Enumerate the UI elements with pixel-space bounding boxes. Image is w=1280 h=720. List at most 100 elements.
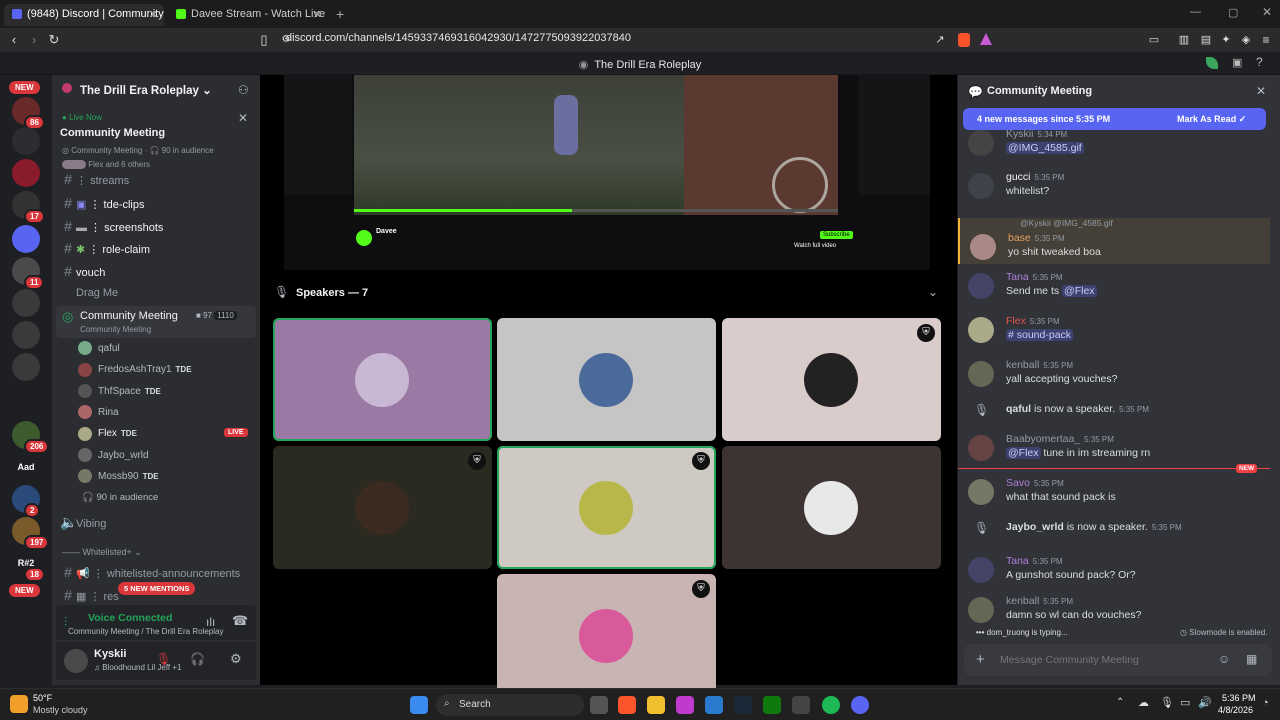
system-message[interactable]: 🎙 qaful is now a speaker. 5:35 PM (968, 403, 1273, 437)
avatar[interactable] (968, 557, 994, 583)
stage-user[interactable]: Rina (78, 403, 119, 423)
clock-date[interactable]: 4/8/2026 (1218, 705, 1253, 715)
live-now-card[interactable]: ● Live Now ✕ Community Meeting ◎ Communi… (60, 111, 256, 177)
chat-message[interactable]: kenball 5:35 PM damn so wl can do vouches? (968, 595, 1273, 629)
chat-message[interactable]: kenball 5:35 PM yall accepting vouches? (968, 359, 1273, 393)
channel-vouch[interactable]: # vouch (60, 261, 256, 281)
message-author[interactable]: Kyskii (1006, 128, 1033, 140)
maximize-icon[interactable]: ▢ (1228, 6, 1238, 19)
avatar[interactable] (968, 361, 994, 387)
user-mention[interactable]: @Flex (1062, 285, 1097, 297)
brave-browser-icon[interactable] (618, 696, 636, 714)
message-author[interactable]: Tana (1006, 555, 1029, 567)
settings-gear-icon[interactable]: ⚙ (230, 651, 242, 667)
message-author[interactable]: Baabyomertaa_ (1006, 433, 1080, 445)
stage-user[interactable]: Mossb90 TDE (78, 467, 159, 487)
brave-rewards-icon[interactable] (980, 33, 992, 45)
stage-user[interactable]: Jaybo_wrld (78, 446, 149, 466)
message-author[interactable]: qaful (1006, 403, 1031, 415)
stage-user[interactable]: Flex TDE (78, 424, 137, 444)
inbox-icon[interactable]: ▣ (1232, 56, 1242, 69)
speaker-tile[interactable] (722, 446, 941, 569)
stage-user[interactable]: ThfSpace TDE (78, 382, 161, 402)
share-icon[interactable]: ↗ (930, 30, 950, 50)
speaker-tile[interactable]: ⛨ (722, 318, 941, 441)
avatar[interactable] (968, 317, 994, 343)
system-message[interactable]: 🎙 Jaybo_wrld is now a speaker. 5:35 PM (968, 521, 1273, 555)
chat-message[interactable]: Tana 5:35 PM A gunshot sound pack? Or? (968, 555, 1273, 589)
channel-whitelisted-announcements[interactable]: # 📢 ⋮ whitelisted-announcements (60, 562, 256, 582)
bookmark-icon[interactable]: ▯ (254, 30, 274, 50)
mic-tray-icon[interactable]: 🎙 (1160, 696, 1174, 709)
windows-start-icon[interactable] (410, 696, 428, 714)
taskbar-search[interactable]: ⌕ Search (436, 694, 584, 716)
disconnect-icon[interactable]: ☎ (232, 613, 248, 629)
back-icon[interactable]: ‹ (4, 30, 24, 50)
avatar[interactable] (968, 597, 994, 623)
brave-shield-icon[interactable] (958, 33, 970, 47)
notification-icon[interactable]: ◔ (1262, 697, 1269, 709)
message-author[interactable]: base (1008, 232, 1031, 244)
headset-icon[interactable]: 🎧 (190, 652, 205, 666)
vpn-icon[interactable]: ◈ (1236, 30, 1256, 50)
speaker-tile[interactable]: ⛨ (497, 446, 716, 569)
url-field[interactable]: discord.com/channels/1459337469316042930… (286, 32, 631, 44)
emoji-icon[interactable]: ☺ (1218, 652, 1230, 666)
message-author[interactable]: kenball (1006, 359, 1039, 371)
stage-user[interactable]: qaful (78, 339, 120, 359)
file-explorer-icon[interactable] (647, 696, 665, 714)
new-messages-banner[interactable]: 4 new messages since 5:35 PM Mark As Rea… (963, 108, 1266, 130)
message-author[interactable]: Flex (1006, 315, 1026, 327)
copilot-icon[interactable] (676, 696, 694, 714)
chat-message[interactable]: Tana 5:35 PM Send me ts @Flex (968, 271, 1273, 305)
server-name[interactable]: The Drill Era Roleplay ⌄ (80, 83, 212, 97)
server-icon[interactable] (12, 159, 40, 187)
avatar[interactable] (968, 435, 994, 461)
help-icon[interactable]: ? (1256, 55, 1263, 69)
new-servers-pill[interactable]: NEW (9, 584, 40, 597)
invite-icon[interactable]: ⚇ (238, 83, 249, 97)
minimize-icon[interactable]: — (1190, 6, 1201, 18)
voice-channel-vibing[interactable]: 🔈Vibing (60, 512, 256, 532)
store-icon[interactable] (705, 696, 723, 714)
channel-drag-me[interactable]: Drag Me (60, 283, 256, 303)
reload-icon[interactable]: ↻ (44, 30, 64, 50)
clock-time[interactable]: 5:36 PM (1222, 693, 1256, 703)
reply-preview[interactable]: @Kyskii @IMG_4585.gif (1020, 218, 1113, 228)
message-input[interactable] (1000, 650, 1210, 670)
close-tab-icon[interactable]: ✕ (313, 8, 322, 21)
new-tab-icon[interactable]: + (336, 6, 344, 22)
close-live-card-icon[interactable]: ✕ (238, 111, 248, 125)
channel-role-claim[interactable]: # ✱ ⋮ role-claim (60, 238, 256, 258)
server-icon[interactable] (12, 127, 40, 155)
server-icon[interactable] (12, 389, 40, 417)
chat-message[interactable]: Kyskii 5:34 PM @IMG_4585.gif (968, 128, 1273, 162)
server-icon[interactable] (12, 353, 40, 381)
close-chat-icon[interactable]: ✕ (1256, 84, 1266, 98)
voice-location[interactable]: Community Meeting / The Drill Era Rolepl… (68, 627, 223, 636)
server-icon[interactable] (12, 225, 40, 253)
task-view-icon[interactable] (590, 696, 608, 714)
video-progress[interactable] (354, 209, 838, 212)
channel-screenshots[interactable]: # ▬ ⋮ screenshots (60, 216, 256, 236)
volume-icon[interactable]: 🔊 (1198, 696, 1212, 709)
tab-discord[interactable]: (9848) Discord | Community M ✕ (4, 4, 164, 26)
avatar[interactable] (968, 479, 994, 505)
tray-chevron-icon[interactable]: ⌃ (1116, 697, 1124, 708)
user-mention[interactable]: @Flex (1006, 447, 1041, 459)
voice-status[interactable]: Voice Connected (88, 612, 172, 624)
close-tab-icon[interactable]: ✕ (149, 8, 158, 21)
channel-tde-clips[interactable]: # ▣ ⋮ tde-clips (60, 193, 256, 213)
stage-channel-community-meeting[interactable]: ◎ Community Meeting Community Meeting ■ … (56, 306, 256, 338)
window-close-icon[interactable]: ✕ (1262, 5, 1272, 19)
menu-icon[interactable]: ≡ (1256, 30, 1276, 50)
chat-message[interactable]: Savo 5:35 PM what that sound pack is (968, 477, 1273, 511)
chat-message[interactable]: Baabyomertaa_ 5:35 PM @Flex tune in im str… (968, 433, 1273, 467)
weather-icon[interactable] (10, 695, 28, 713)
onedrive-icon[interactable]: ☁ (1138, 696, 1149, 709)
leo-icon[interactable]: ✦ (1216, 30, 1236, 50)
steam-icon[interactable] (734, 696, 752, 714)
chat-message[interactable]: Flex 5:35 PM # sound-pack (968, 315, 1273, 349)
add-attachment-icon[interactable]: + (976, 651, 985, 668)
spotify-icon[interactable] (822, 696, 840, 714)
